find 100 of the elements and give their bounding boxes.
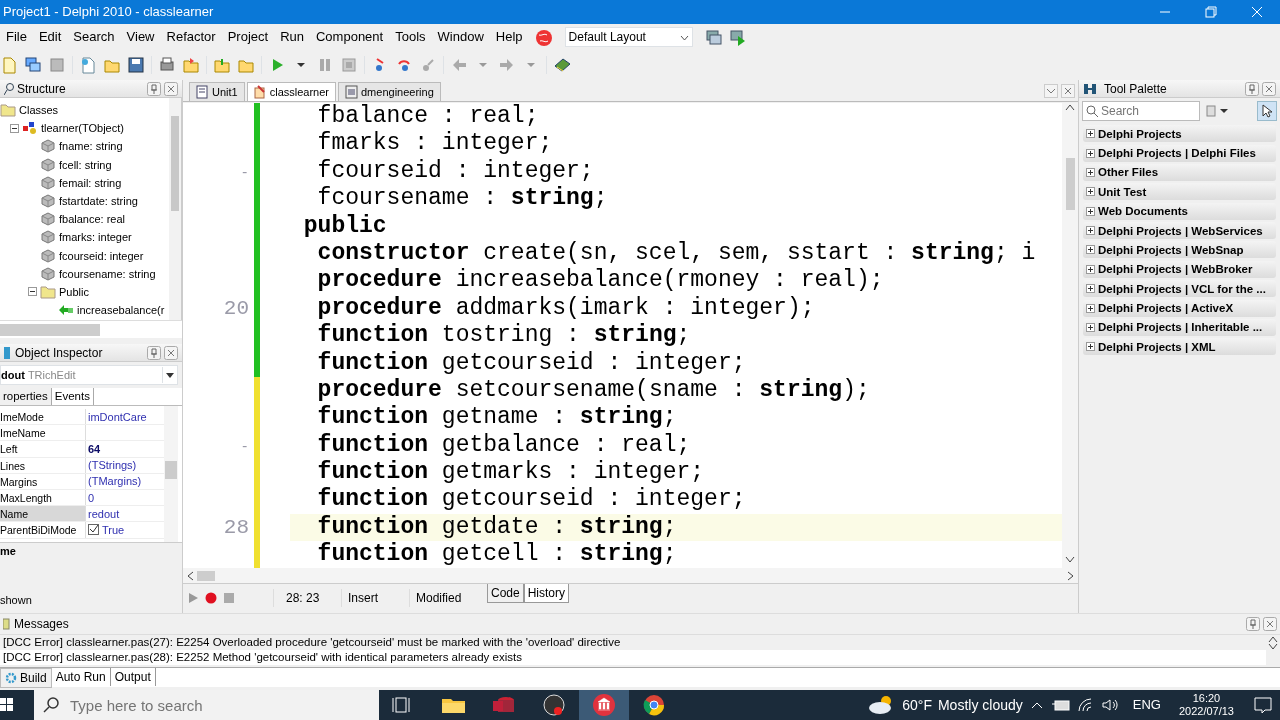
tree-item[interactable]: fcoursename: string — [59, 264, 156, 283]
menu-item[interactable]: Search — [67, 27, 121, 47]
save-icon[interactable] — [127, 56, 145, 74]
language-indicator[interactable]: ENG — [1126, 695, 1167, 715]
close-icon[interactable] — [164, 81, 178, 96]
property-name[interactable]: ParentBiDiMode — [0, 522, 86, 538]
tree-item[interactable]: Public — [59, 282, 89, 301]
tree-item[interactable]: fbalance: real — [59, 210, 126, 229]
menu-item[interactable]: Run — [274, 27, 310, 47]
editor-tab[interactable]: classlearner — [246, 81, 336, 101]
menu-item[interactable]: Tools — [389, 27, 432, 47]
menu-item[interactable]: Help — [489, 27, 529, 47]
scrollbar[interactable] — [169, 98, 181, 320]
taskbar-search[interactable]: Type here to search — [34, 690, 379, 720]
close-icon[interactable] — [1262, 81, 1276, 96]
property-value[interactable]: True — [102, 521, 125, 538]
palette-category[interactable]: Delphi Projects | Delphi Files — [1083, 144, 1276, 162]
palette-category[interactable]: Delphi Projects | WebSnap — [1083, 241, 1276, 259]
property-value[interactable]: (TMargins) — [88, 473, 142, 490]
pointer-button[interactable] — [1257, 101, 1277, 121]
pin-icon[interactable] — [147, 345, 161, 360]
property-value[interactable]: imDontCare — [88, 408, 147, 425]
palette-category[interactable]: Delphi Projects | Inheritable ... — [1083, 318, 1276, 336]
palette-category[interactable]: Delphi Projects | VCL for the ... — [1083, 280, 1276, 298]
stop-icon[interactable] — [223, 592, 235, 604]
weather-text[interactable]: Mostly cloudy — [937, 694, 1023, 716]
menu-item[interactable]: View — [120, 27, 161, 47]
property-value[interactable]: (TStrings) — [88, 457, 137, 474]
caret-icon[interactable] — [186, 570, 194, 581]
editor-tab[interactable]: Unit1 — [189, 81, 245, 101]
editor-tab[interactable]: dmengineering — [338, 81, 441, 101]
pin-icon[interactable] — [147, 81, 161, 96]
property-value[interactable]: 64 — [88, 440, 101, 457]
arrow-right-icon[interactable] — [498, 56, 516, 74]
layout-select[interactable]: Default Layout — [564, 27, 693, 47]
property-name[interactable]: MaxLength — [0, 489, 86, 506]
bottom-tab[interactable]: Output — [110, 668, 156, 686]
search-field[interactable]: Search — [1082, 101, 1200, 121]
tree-item[interactable]: Classes — [19, 101, 59, 120]
scrollbar[interactable] — [0, 320, 182, 338]
palette-category[interactable]: Delphi Projects — [1083, 125, 1276, 143]
scrollbar-thumb[interactable] — [197, 570, 215, 581]
globe-icon[interactable] — [534, 28, 553, 47]
clock[interactable]: 16:20 2022/07/13 — [1172, 692, 1240, 718]
pin-icon[interactable] — [1246, 617, 1260, 631]
caret-icon[interactable] — [1065, 555, 1075, 564]
menu-item[interactable]: Project — [221, 27, 275, 47]
scrollbar[interactable] — [1062, 103, 1078, 568]
scrollbar[interactable] — [183, 568, 1078, 584]
palette-category[interactable]: Delphi Projects | XML — [1083, 338, 1276, 356]
tree-item[interactable]: fstartdate: string — [59, 192, 138, 211]
tree-item[interactable]: fcourseid: integer — [59, 246, 144, 265]
close-icon[interactable] — [1263, 617, 1277, 631]
property-value[interactable]: redout — [88, 505, 120, 522]
tree-item[interactable]: fmarks: integer — [59, 228, 132, 247]
record-icon[interactable] — [205, 592, 217, 604]
tree-item[interactable]: fname: string — [59, 137, 123, 156]
play-icon[interactable] — [187, 592, 199, 604]
bottom-tab[interactable]: Build — [0, 668, 52, 688]
tree-item[interactable]: femail: string — [59, 173, 122, 192]
inspector-tab[interactable]: roperties — [0, 388, 52, 405]
scrollbar-thumb[interactable] — [1065, 158, 1075, 210]
property-name[interactable]: ImeMode — [0, 409, 86, 425]
property-name[interactable]: Name — [0, 506, 86, 522]
menu-item[interactable]: Edit — [32, 27, 68, 47]
speaker-icon[interactable] — [1100, 697, 1121, 713]
bottom-tab[interactable]: Auto Run — [51, 668, 111, 686]
printer-icon[interactable] — [158, 56, 176, 74]
menu-item[interactable]: File — [0, 27, 33, 47]
property-name[interactable]: Margins — [0, 473, 86, 489]
menu-item[interactable]: Window — [431, 27, 490, 47]
property-name[interactable]: Left — [0, 441, 86, 457]
component-select[interactable]: dout TRichEdit — [0, 365, 178, 385]
tree-item[interactable]: tlearner(TObject) — [41, 119, 124, 138]
toggle-icon[interactable] — [28, 287, 37, 297]
palette-category[interactable]: Delphi Projects | WebServices — [1083, 222, 1276, 240]
document-icon[interactable] — [79, 56, 97, 74]
menu-item[interactable]: Component — [310, 27, 390, 47]
property-name[interactable]: ImeName — [0, 425, 86, 441]
stop-icon[interactable] — [340, 56, 358, 74]
property-value[interactable]: 0 — [88, 489, 95, 506]
close-icon[interactable] — [164, 345, 178, 360]
scrollbar-thumb[interactable] — [165, 461, 177, 479]
caret-icon[interactable] — [1067, 570, 1075, 581]
scrollbar-thumb[interactable] — [171, 116, 179, 211]
desktop-play-icon[interactable] — [728, 28, 747, 46]
palette-category[interactable]: Delphi Projects | ActiveX — [1083, 299, 1276, 317]
property-name[interactable]: Lines — [0, 457, 86, 473]
tree-item[interactable]: increasebalance(r — [77, 301, 165, 320]
tree-item[interactable]: fcell: string — [59, 155, 112, 174]
pin-icon[interactable] — [1245, 81, 1259, 96]
close-icon[interactable] — [1061, 84, 1075, 98]
message-line[interactable]: [DCC Error] classlearner.pas(27): E2254 Overloaded procedure 'getcourseid' must be marked with the 'overload' directive — [0, 635, 1266, 650]
view-tab[interactable]: History — [523, 584, 570, 603]
menu-item[interactable]: Refactor — [160, 27, 222, 47]
view-tab[interactable]: Code — [487, 584, 524, 603]
desktop-save-icon[interactable] — [704, 28, 723, 46]
temperature[interactable]: 60°F — [902, 694, 932, 716]
caret-icon[interactable] — [1065, 103, 1075, 111]
checkbox[interactable] — [88, 524, 99, 536]
